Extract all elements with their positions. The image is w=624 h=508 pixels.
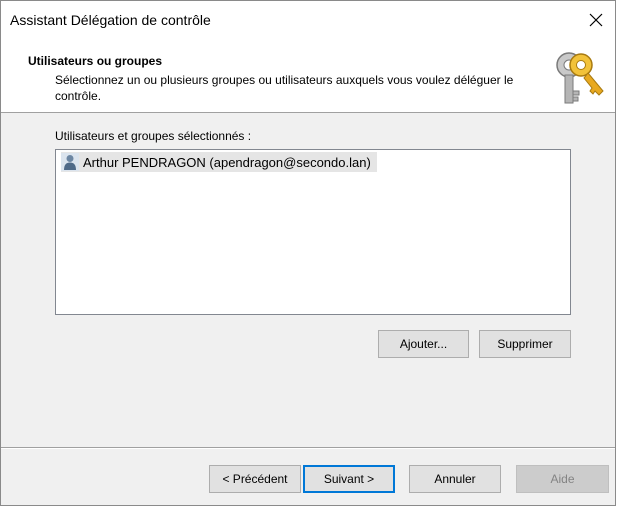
cancel-button[interactable]: Annuler [409,465,501,493]
background-edge [616,0,624,508]
previous-button[interactable]: < Précédent [209,465,301,493]
selected-users-list[interactable]: Arthur PENDRAGON (apendragon@secondo.lan… [55,149,571,315]
add-button[interactable]: Ajouter... [378,330,469,358]
page-description: Sélectionnez un ou plusieurs groupes ou … [55,73,514,103]
remove-button[interactable]: Supprimer [479,330,571,358]
keys-icon [556,52,604,104]
user-icon [61,153,79,171]
list-item[interactable]: Arthur PENDRAGON (apendragon@secondo.lan… [61,152,377,172]
delegation-wizard-dialog: Assistant Délégation de contrôle Utilisa… [0,0,616,506]
help-button: Aide [516,465,609,493]
close-button[interactable] [581,5,611,35]
list-item-label: Arthur PENDRAGON (apendragon@secondo.lan… [83,154,371,170]
selected-users-label: Utilisateurs et groupes sélectionnés : [55,129,252,143]
footer-divider [1,447,615,449]
wizard-header: Utilisateurs ou groupes Sélectionnez un … [1,39,615,113]
window-title: Assistant Délégation de contrôle [10,12,211,28]
title-bar: Assistant Délégation de contrôle [1,1,615,39]
close-icon [589,13,603,27]
page-heading: Utilisateurs ou groupes [28,54,163,68]
next-button[interactable]: Suivant > [303,465,395,493]
